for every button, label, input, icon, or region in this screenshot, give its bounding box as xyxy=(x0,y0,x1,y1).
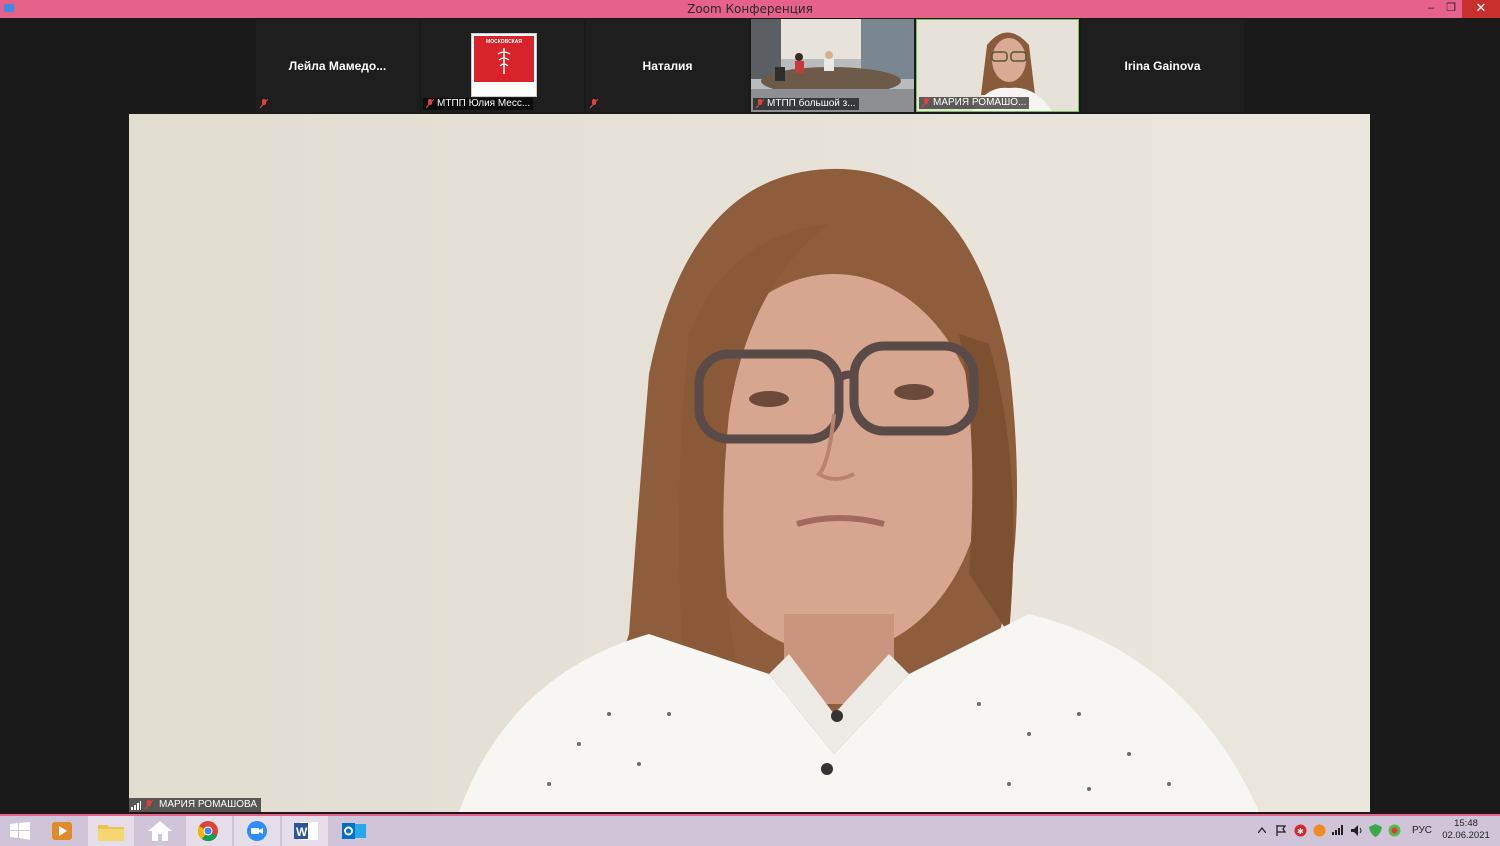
window-title: Zoom Конференция xyxy=(687,2,813,16)
caduceus-icon xyxy=(497,48,511,74)
svg-text:W: W xyxy=(296,825,308,839)
chamber-logo: МОСКОВСКАЯ xyxy=(471,33,537,97)
title-bar: Zoom Конференция – ❐ ✕ xyxy=(0,0,1500,18)
windows-logo-icon xyxy=(10,822,30,840)
participant-footer: МТПП Юлия Месс... xyxy=(423,98,534,110)
participant-tile-mtpp-hall[interactable]: МТПП большой з... xyxy=(751,19,914,112)
windows-taskbar: W ✱ РУС 15:48 02.06.2021 xyxy=(0,814,1500,846)
muted-mic-icon xyxy=(426,99,434,109)
restore-button[interactable]: ❐ xyxy=(1438,0,1464,18)
participant-footer: МТПП большой з... xyxy=(753,98,859,110)
muted-mic-icon xyxy=(922,98,930,108)
participant-tile-mtpp-yulia[interactable]: МОСКОВСКАЯ МТПП Юлия Месс... xyxy=(421,19,584,112)
zoom-icon xyxy=(247,821,267,841)
media-player-icon xyxy=(52,822,72,840)
taskbar-clock[interactable]: 15:48 02.06.2021 xyxy=(1438,818,1494,842)
taskbar-home[interactable] xyxy=(137,816,183,846)
taskbar-media-player[interactable] xyxy=(40,816,86,846)
clock-date: 02.06.2021 xyxy=(1442,830,1490,841)
participant-tile-irina[interactable]: Irina Gainova xyxy=(1081,19,1244,112)
taskbar-chrome[interactable] xyxy=(186,816,232,846)
speaker-video-frame xyxy=(129,114,1370,812)
participant-footer-name: МТПП большой з... xyxy=(767,98,856,109)
taskbar-file-explorer[interactable] xyxy=(88,816,134,846)
muted-mic-icon xyxy=(260,99,268,109)
active-speaker-video[interactable] xyxy=(129,114,1370,812)
clock-time: 15:48 xyxy=(1454,818,1478,829)
active-speaker-label: МАРИЯ РОМАШОВА xyxy=(129,798,262,812)
svg-text:✱: ✱ xyxy=(1297,827,1304,836)
signal-strength-icon xyxy=(131,801,141,810)
outlook-icon xyxy=(342,823,366,839)
taskbar-word[interactable]: W xyxy=(282,816,328,846)
home-icon xyxy=(148,821,172,841)
word-icon: W xyxy=(294,822,318,840)
participant-footer: МАРИЯ РОМАШО... xyxy=(919,97,1030,109)
active-speaker-name: МАРИЯ РОМАШОВА xyxy=(159,799,258,810)
close-button[interactable]: ✕ xyxy=(1462,0,1500,18)
participant-tile-leila[interactable]: Лейла Мамедо... xyxy=(256,19,419,112)
participant-name: Наталия xyxy=(642,59,693,73)
folder-icon xyxy=(98,825,124,841)
participant-name: Irina Gainova xyxy=(1124,59,1201,73)
chrome-icon xyxy=(198,821,218,841)
muted-mic-icon xyxy=(590,99,598,109)
participant-name: Лейла Мамедо... xyxy=(288,59,387,73)
participant-footer-name: МАРИЯ РОМАШО... xyxy=(933,97,1027,108)
participant-tile-maria[interactable]: МАРИЯ РОМАШО... xyxy=(916,19,1079,112)
taskbar-zoom[interactable] xyxy=(234,816,280,846)
muted-mic-icon xyxy=(756,99,764,109)
language-indicator[interactable]: РУС xyxy=(1412,825,1432,837)
participant-tile-natalia[interactable]: Наталия xyxy=(586,19,749,112)
taskbar-outlook[interactable] xyxy=(330,816,376,846)
muted-mic-icon xyxy=(145,800,153,810)
participant-footer-name: МТПП Юлия Месс... xyxy=(437,98,531,109)
